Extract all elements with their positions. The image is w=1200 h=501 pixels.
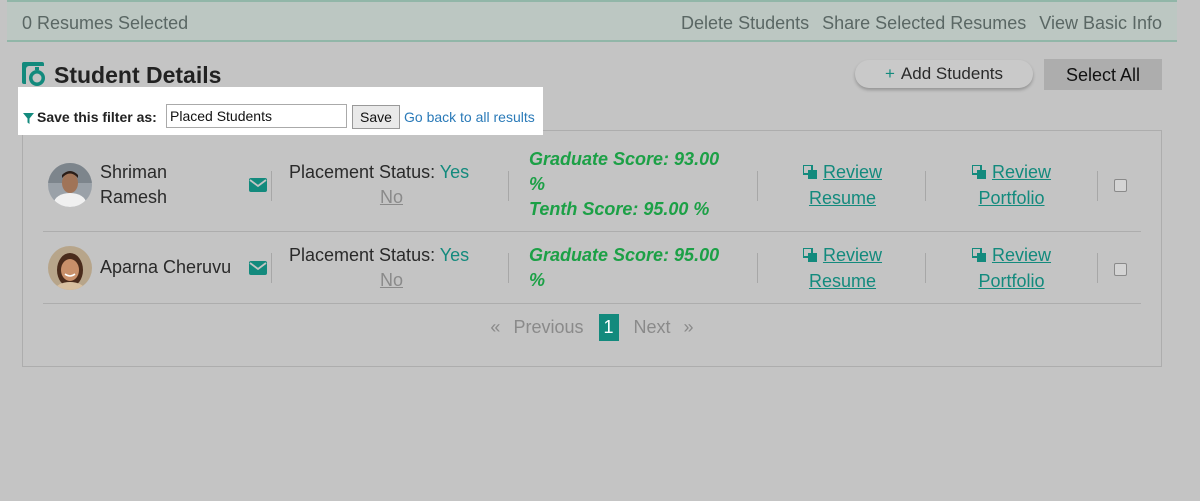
next-arrow[interactable]: » — [684, 317, 694, 337]
student-last-name: Ramesh — [100, 187, 168, 207]
student-first-name: Shriman — [100, 162, 168, 182]
placement-yes-option[interactable]: Yes — [440, 162, 469, 182]
review-resume-text-2: Resume — [808, 187, 877, 208]
scores: Graduate Score: 95.00 % — [529, 243, 739, 293]
select-all-button[interactable]: Select All — [1044, 59, 1162, 90]
go-back-to-all-results-link[interactable]: Go back to all results — [404, 109, 535, 125]
placement-status: Placement Status: Yes No — [289, 243, 494, 293]
review-resume-text-2: Resume — [808, 270, 877, 291]
review-portfolio-text-1: Review — [991, 245, 1052, 265]
graduate-score-suffix: % — [529, 174, 546, 194]
student-row: Aparna Cheruvu Placement Status: Yes No … — [43, 231, 1141, 304]
previous-page-link[interactable]: Previous — [513, 317, 583, 337]
divider — [757, 253, 758, 283]
graduate-score: Graduate Score: 95.00 — [529, 245, 720, 265]
view-basic-info-link[interactable]: View Basic Info — [1039, 13, 1162, 33]
save-filter-button[interactable]: Save — [352, 105, 400, 129]
placement-status-label: Placement Status: — [289, 162, 436, 182]
divider — [1097, 253, 1098, 283]
selection-actions: Delete Students Share Selected Resumes V… — [673, 13, 1162, 34]
review-resume-link[interactable]: Review Resume — [795, 160, 890, 211]
scores: Graduate Score: 93.00 % Tenth Score: 95.… — [529, 147, 739, 222]
student-name[interactable]: Aparna Cheruvu — [100, 255, 231, 280]
delete-students-link[interactable]: Delete Students — [681, 13, 809, 33]
tenth-score: Tenth Score: 95.00 % — [529, 199, 710, 219]
review-portfolio-text-1: Review — [991, 162, 1052, 182]
save-filter-label: Save this filter as: — [37, 109, 157, 125]
select-student-checkbox[interactable] — [1114, 179, 1127, 192]
placement-no-option[interactable]: No — [289, 185, 494, 210]
email-icon[interactable] — [249, 178, 267, 197]
divider — [271, 253, 272, 283]
divider — [925, 171, 926, 201]
student-row: Shriman Ramesh Placement Status: Yes No … — [43, 149, 1141, 232]
add-students-button[interactable]: + Add Students — [855, 60, 1033, 88]
placement-status-label: Placement Status: — [289, 245, 436, 265]
share-selected-resumes-link[interactable]: Share Selected Resumes — [822, 13, 1026, 33]
select-student-checkbox[interactable] — [1114, 263, 1127, 276]
filter-name-input[interactable] — [166, 104, 347, 128]
email-icon[interactable] — [249, 261, 267, 280]
placement-no-option[interactable]: No — [289, 268, 494, 293]
divider — [757, 171, 758, 201]
copy-icon — [970, 161, 986, 186]
avatar — [48, 163, 92, 207]
pagination: « Previous 1 Next » — [23, 314, 1161, 341]
review-resume-text-1: Review — [822, 162, 883, 182]
plus-icon: + — [884, 64, 895, 83]
avatar — [48, 246, 92, 290]
graduate-score-suffix: % — [529, 270, 546, 290]
filter-icon — [23, 111, 34, 129]
review-portfolio-link[interactable]: Review Portfolio — [964, 160, 1059, 211]
student-name[interactable]: Shriman Ramesh — [100, 160, 167, 210]
graduate-score: Graduate Score: 93.00 — [529, 149, 720, 169]
next-page-link[interactable]: Next — [634, 317, 671, 337]
divider — [1097, 171, 1098, 201]
copy-icon — [801, 244, 817, 269]
stopwatch-icon — [22, 62, 48, 88]
divider — [508, 171, 509, 201]
page-header: Student Details — [22, 60, 221, 90]
student-list-panel: Shriman Ramesh Placement Status: Yes No … — [22, 130, 1162, 367]
copy-icon — [801, 161, 817, 186]
previous-arrow[interactable]: « — [490, 317, 500, 337]
divider — [271, 171, 272, 201]
placement-status: Placement Status: Yes No — [289, 160, 494, 210]
review-portfolio-link[interactable]: Review Portfolio — [964, 243, 1059, 294]
review-resume-link[interactable]: Review Resume — [795, 243, 890, 294]
divider — [925, 253, 926, 283]
divider — [508, 253, 509, 283]
copy-icon — [970, 244, 986, 269]
placement-yes-option[interactable]: Yes — [440, 245, 469, 265]
selection-bar: 0 Resumes Selected Delete Students Share… — [7, 0, 1177, 42]
current-page[interactable]: 1 — [598, 314, 619, 341]
review-portfolio-text-2: Portfolio — [978, 270, 1045, 291]
page-title: Student Details — [54, 61, 222, 88]
add-students-label: Add Students — [900, 64, 1003, 83]
resumes-selected-count: 0 Resumes Selected — [22, 13, 189, 33]
save-filter-panel: Save this filter as: Save Go back to all… — [18, 87, 543, 135]
review-resume-text-1: Review — [822, 245, 883, 265]
review-portfolio-text-2: Portfolio — [978, 187, 1045, 208]
